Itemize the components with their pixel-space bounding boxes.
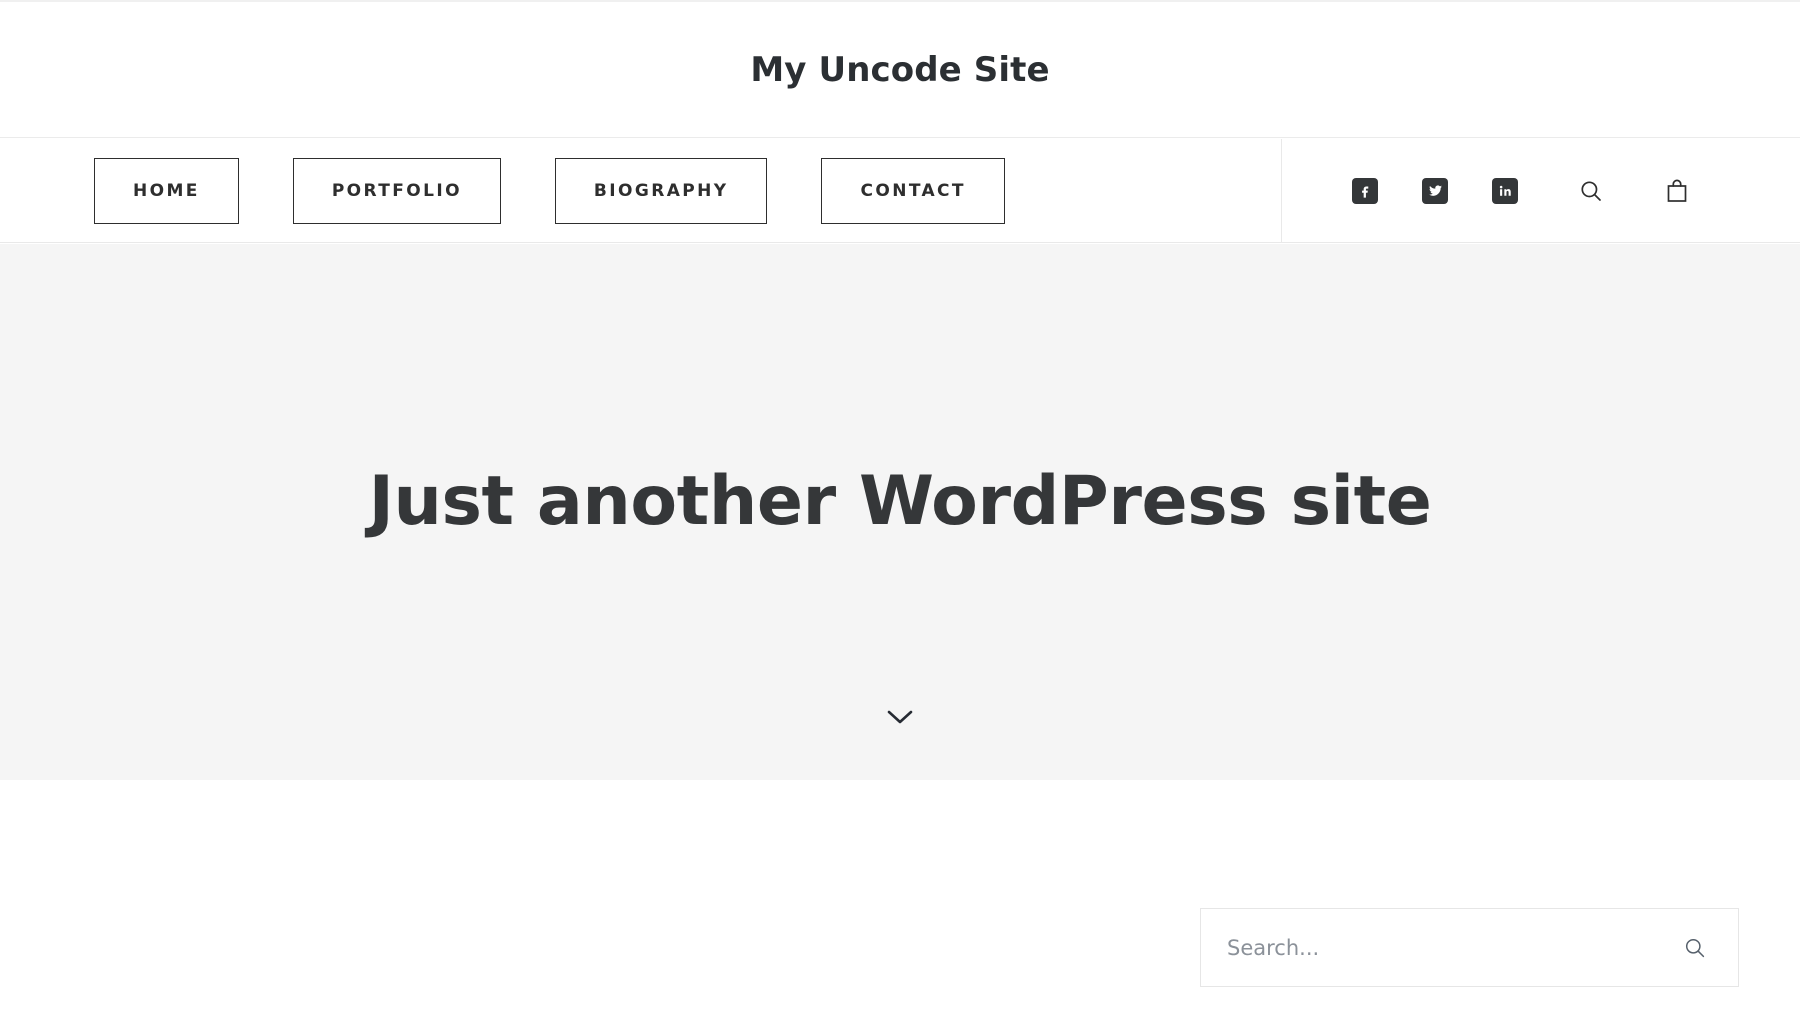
site-title: My Uncode Site bbox=[750, 49, 1050, 90]
page-root: My Uncode Site Home Portfolio Biography … bbox=[0, 0, 1800, 1013]
linkedin-icon[interactable] bbox=[1492, 177, 1518, 204]
primary-menu: Home Portfolio Biography Contact bbox=[0, 139, 1005, 242]
hero-heading: Just another WordPress site bbox=[368, 462, 1432, 541]
chevron-down-icon bbox=[887, 710, 913, 724]
nav-item-portfolio-label: Portfolio bbox=[331, 180, 462, 201]
search-widget bbox=[1200, 908, 1739, 987]
main-navigation-bar: Home Portfolio Biography Contact bbox=[0, 139, 1800, 243]
nav-item-home-label: Home bbox=[133, 180, 200, 201]
hero-section: Just another WordPress site bbox=[0, 244, 1800, 780]
site-header: My Uncode Site bbox=[0, 2, 1800, 138]
shopping-bag-icon[interactable] bbox=[1662, 176, 1692, 206]
twitter-icon[interactable] bbox=[1422, 177, 1448, 204]
scroll-down-button[interactable] bbox=[0, 705, 1800, 727]
utility-icons bbox=[1576, 176, 1692, 206]
search-icon bbox=[1685, 938, 1705, 957]
search-input[interactable] bbox=[1227, 935, 1678, 960]
search-submit-button[interactable] bbox=[1678, 931, 1712, 965]
nav-item-home[interactable]: Home bbox=[94, 157, 239, 224]
nav-item-portfolio[interactable]: Portfolio bbox=[292, 157, 501, 224]
nav-item-biography[interactable]: Biography bbox=[554, 157, 768, 224]
nav-item-contact[interactable]: Contact bbox=[821, 157, 1005, 224]
nav-item-contact-label: Contact bbox=[860, 180, 966, 201]
nav-utility-area bbox=[1281, 139, 1800, 242]
facebook-icon[interactable] bbox=[1352, 177, 1378, 204]
search-icon[interactable] bbox=[1576, 176, 1606, 206]
nav-item-biography-label: Biography bbox=[593, 180, 729, 201]
social-links bbox=[1352, 177, 1518, 204]
content-area bbox=[0, 780, 1800, 1013]
